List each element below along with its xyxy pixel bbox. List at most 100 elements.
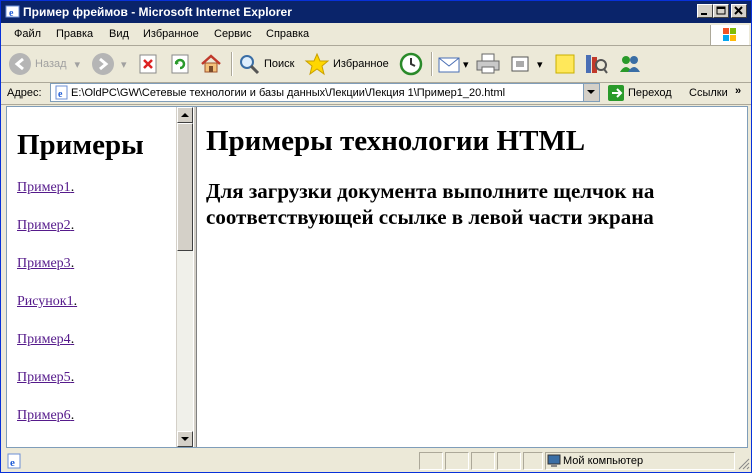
edit-dropdown-icon[interactable]: ▾ [537, 58, 543, 71]
page-status-icon: e [7, 453, 21, 469]
mail-dropdown-icon[interactable]: ▾ [463, 58, 469, 71]
menu-view[interactable]: Вид [109, 28, 129, 40]
link-label[interactable]: Пример3 [17, 256, 71, 271]
maximize-icon [716, 6, 726, 15]
maximize-button[interactable] [713, 4, 729, 18]
link-label[interactable]: Пример4 [17, 332, 71, 347]
back-button[interactable]: Назад ▾ [8, 50, 80, 78]
chevron-down-icon [587, 90, 595, 94]
right-frame: Примеры технологии HTML Для загрузки док… [197, 107, 747, 447]
refresh-button[interactable] [169, 50, 191, 78]
minimize-icon [701, 13, 707, 15]
right-frame-heading: Примеры технологии HTML [206, 125, 586, 157]
refresh-icon [171, 54, 189, 74]
chevron-right-icon[interactable]: » [735, 85, 741, 97]
title-bar[interactable]: e Пример фреймов - Microsoft Internet Ex… [1, 1, 751, 23]
stop-button[interactable] [137, 50, 159, 78]
go-arrow-icon [608, 85, 624, 101]
status-cell [471, 452, 495, 470]
back-arrow-icon [9, 53, 31, 75]
status-bar: e Мой компьютер [1, 450, 751, 472]
address-dropdown-button[interactable] [583, 84, 599, 101]
home-icon [201, 54, 221, 73]
menu-bar: Файл Правка Вид Избранное Сервис Справка [1, 23, 751, 46]
menu-tools[interactable]: Сервис [214, 28, 252, 40]
close-button[interactable] [731, 4, 747, 18]
go-label: Переход [628, 87, 672, 99]
link-example-6[interactable]: Пример6. [17, 408, 74, 424]
toolbar-separator [431, 52, 433, 76]
discuss-button[interactable] [553, 50, 577, 78]
link-example-4[interactable]: Пример4. [17, 332, 74, 348]
stop-icon [139, 54, 157, 74]
computer-icon [547, 454, 561, 467]
note-icon [555, 54, 575, 74]
page-icon: e [55, 85, 68, 100]
toolbar-separator [231, 52, 233, 76]
star-icon [304, 52, 330, 76]
left-frame-scrollbar[interactable] [176, 107, 193, 447]
scroll-up-button[interactable] [177, 107, 193, 123]
page-content: Примеры Пример1. Пример2. Пример3. Рисун… [6, 106, 748, 448]
messenger-icon [620, 56, 640, 72]
back-label: Назад [35, 58, 67, 70]
left-frame-heading: Примеры [17, 129, 144, 161]
search-button[interactable]: Поиск [237, 50, 294, 78]
right-frame-subheading: Для загрузки документа выполните щелчок … [206, 179, 655, 229]
link-label[interactable]: Рисунок1 [17, 294, 74, 309]
address-bar: Адрес: e E:\OldPC\GW\Сетевые технологии … [1, 82, 751, 105]
close-icon [734, 6, 743, 15]
edit-page-icon [511, 56, 529, 72]
svg-text:e: e [9, 8, 14, 19]
link-example-5[interactable]: Пример5. [17, 370, 74, 386]
resize-grip-icon[interactable] [738, 458, 750, 470]
status-cell [497, 452, 521, 470]
zone-label: Мой компьютер [563, 455, 644, 467]
menu-file[interactable]: Файл [14, 28, 41, 40]
left-frame: Примеры Пример1. Пример2. Пример3. Рисун… [7, 107, 176, 447]
forward-dropdown-icon[interactable]: ▾ [121, 58, 127, 71]
svg-text:e: e [10, 457, 15, 469]
chevron-up-icon [181, 113, 189, 117]
link-figure-1[interactable]: Рисунок1. [17, 294, 77, 310]
link-example-2[interactable]: Пример2. [17, 218, 74, 234]
menu-edit[interactable]: Правка [56, 28, 93, 40]
history-icon [399, 52, 423, 76]
mail-button[interactable]: ▾ [437, 50, 469, 78]
scroll-thumb[interactable] [177, 123, 193, 251]
svg-text:e: e [58, 89, 63, 100]
chevron-down-icon [181, 437, 189, 441]
menu-favorites[interactable]: Избранное [143, 28, 199, 40]
print-button[interactable] [475, 50, 501, 78]
address-field[interactable]: e E:\OldPC\GW\Сетевые технологии и базы … [50, 83, 600, 102]
link-label[interactable]: Пример1 [17, 180, 71, 195]
address-url: E:\OldPC\GW\Сетевые технологии и базы да… [71, 87, 506, 99]
links-button[interactable]: Ссылки [689, 87, 728, 99]
forward-button[interactable]: ▾ [91, 50, 127, 78]
menu-help[interactable]: Справка [266, 28, 309, 40]
research-books-icon [586, 55, 608, 74]
link-example-3[interactable]: Пример3. [17, 256, 74, 272]
link-label[interactable]: Пример2 [17, 218, 71, 233]
research-button[interactable] [583, 50, 609, 78]
status-cell [419, 452, 443, 470]
edit-button[interactable]: ▾ [509, 50, 543, 78]
go-button[interactable]: Переход [608, 85, 672, 101]
mail-icon [438, 57, 460, 73]
scroll-down-button[interactable] [177, 431, 193, 447]
window-title: Пример фреймов - Microsoft Internet Expl… [23, 5, 292, 19]
link-label[interactable]: Пример6 [17, 408, 71, 423]
history-button[interactable] [398, 50, 424, 78]
ie-icon: e [5, 5, 20, 19]
printer-icon [476, 53, 500, 74]
back-dropdown-icon[interactable]: ▾ [75, 58, 81, 71]
link-example-1[interactable]: Пример1. [17, 180, 74, 196]
favorites-label: Избранное [333, 58, 389, 70]
messenger-button[interactable] [617, 50, 643, 78]
minimize-button[interactable] [697, 4, 713, 18]
favorites-button[interactable]: Избранное [304, 50, 389, 78]
search-label: Поиск [264, 58, 295, 70]
home-button[interactable] [199, 50, 223, 78]
address-label: Адрес: [7, 87, 42, 99]
link-label[interactable]: Пример5 [17, 370, 71, 385]
